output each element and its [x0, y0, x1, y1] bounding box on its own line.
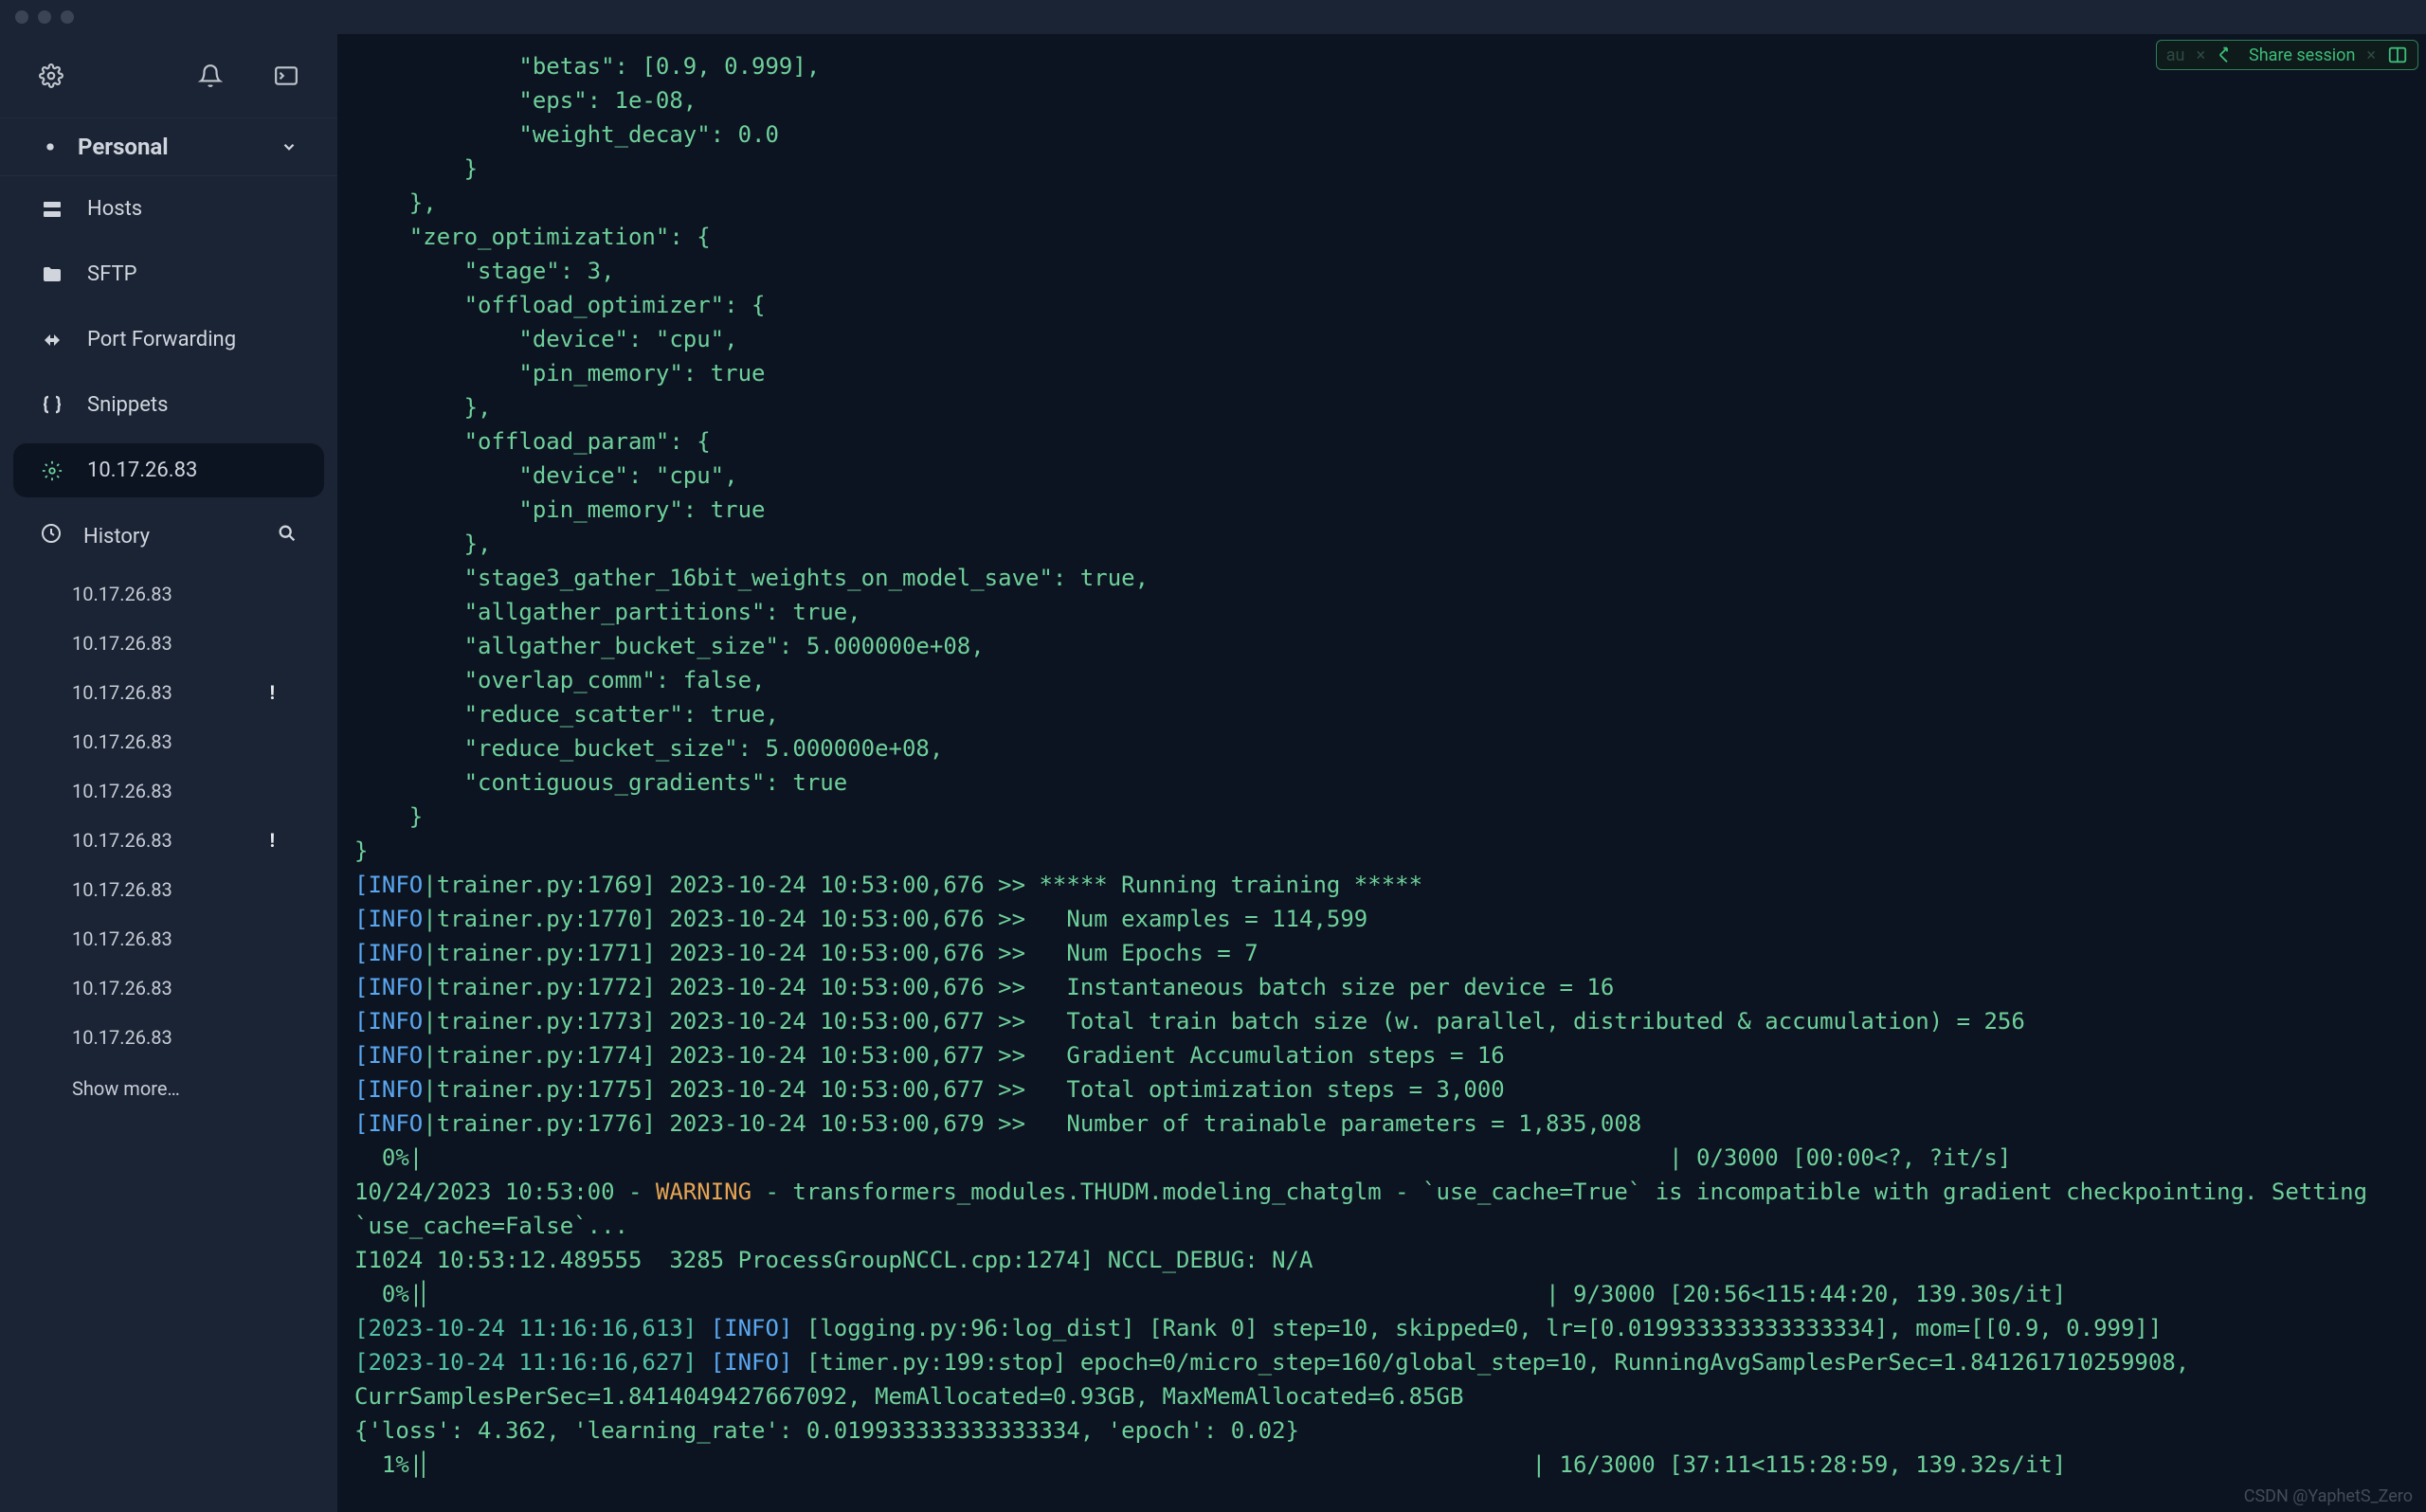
log-timestamp: [2023-10-24 11:16:16,627]	[354, 1349, 697, 1376]
log-tag: [INFO	[354, 1042, 423, 1069]
history-item[interactable]: 10.17.26.83	[0, 717, 337, 766]
workspace-selector[interactable]: Personal	[0, 117, 337, 176]
log-line: |trainer.py:1772] 2023-10-24 10:53:00,67…	[423, 974, 1614, 1000]
log-line: 10/24/2023 10:53:00 -	[354, 1179, 656, 1205]
sidebar-item-label: Snippets	[87, 393, 169, 417]
gear-icon	[40, 460, 64, 481]
log-line: |trainer.py:1771] 2023-10-24 10:53:00,67…	[423, 940, 1258, 966]
sidebar-item-label: SFTP	[87, 262, 136, 286]
log-tag: [INFO	[354, 1110, 423, 1137]
share-icon	[2217, 45, 2237, 65]
settings-button[interactable]	[38, 63, 64, 89]
folder-icon	[40, 263, 64, 286]
sidebar-item-label: Port Forwarding	[87, 328, 236, 351]
history-item[interactable]: 10.17.26.83	[0, 1013, 337, 1062]
au-badge: au	[2166, 45, 2185, 65]
history-item-label: 10.17.26.83	[72, 1026, 172, 1049]
watermark: CSDN @YaphetS_Zero	[2244, 1486, 2413, 1506]
history-item[interactable]: 10.17.26.83	[0, 865, 337, 914]
divider: ×	[2196, 45, 2205, 65]
log-line: |trainer.py:1773] 2023-10-24 10:53:00,67…	[423, 1008, 2025, 1035]
history-item-label: 10.17.26.83	[72, 977, 172, 999]
history-item[interactable]: 10.17.26.83!	[0, 816, 337, 865]
history-item[interactable]: 10.17.26.83	[0, 569, 337, 619]
search-history-button[interactable]	[277, 523, 298, 549]
log-tag: [INFO	[354, 906, 423, 932]
log-line: "betas": [0.9, 0.999], "eps": 1e-08, "we…	[354, 53, 1149, 864]
history-item-label: 10.17.26.83	[72, 780, 172, 802]
sidebar-item-hosts[interactable]: Hosts	[0, 176, 337, 242]
history-item[interactable]: 10.17.26.83	[0, 619, 337, 668]
log-tag: [INFO]	[711, 1315, 793, 1341]
history-item-label: 10.17.26.83	[72, 927, 172, 950]
log-tag: [INFO	[354, 1008, 423, 1035]
share-session-button[interactable]: Share session	[2249, 45, 2355, 65]
log-tag: [INFO	[354, 1076, 423, 1103]
minimize-window-button[interactable]	[38, 10, 51, 24]
sidebar-item-snippets[interactable]: Snippets	[0, 372, 337, 438]
log-line: I1024 10:53:12.489555 3285 ProcessGroupN…	[354, 1247, 1313, 1273]
sidebar-item-label: Hosts	[87, 197, 142, 221]
log-tag: WARNING	[656, 1179, 751, 1205]
log-line: |trainer.py:1776] 2023-10-24 10:53:00,67…	[423, 1110, 1641, 1137]
sidebar-item-port-forwarding[interactable]: Port Forwarding	[0, 307, 337, 372]
progress-bar: 1%|▏ | 16/3000 [37:11<115:28:59, 139.32s…	[354, 1451, 2066, 1478]
terminal-pane[interactable]: au × Share session × "betas": [0.9, 0.99…	[337, 34, 2426, 1512]
history-list: 10.17.26.83 10.17.26.83 10.17.26.83! 10.…	[0, 569, 337, 1512]
chevron-down-icon	[281, 138, 298, 155]
active-session-label: 10.17.26.83	[87, 459, 197, 482]
alert-icon: !	[270, 829, 298, 852]
history-label: History	[83, 525, 150, 549]
log-line: |trainer.py:1769] 2023-10-24 10:53:00,67…	[423, 872, 1422, 898]
divider: ×	[2366, 45, 2376, 65]
log-line: |trainer.py:1774] 2023-10-24 10:53:00,67…	[423, 1042, 1505, 1069]
log-tag: [INFO	[354, 974, 423, 1000]
sidebar-topbar	[0, 34, 337, 117]
gear-icon	[39, 63, 63, 88]
log-line: {'loss': 4.362, 'learning_rate': 0.01993…	[354, 1417, 1299, 1444]
terminal-icon	[274, 63, 299, 88]
log-line: [logging.py:96:log_dist] [Rank 0] step=1…	[792, 1315, 2162, 1341]
hosts-icon	[40, 198, 64, 221]
log-line: |trainer.py:1770] 2023-10-24 10:53:00,67…	[423, 906, 1367, 932]
history-item-label: 10.17.26.83	[72, 632, 172, 655]
clock-icon	[40, 522, 63, 550]
history-item-label: 10.17.26.83	[72, 878, 172, 901]
bell-icon	[198, 63, 223, 88]
sidebar-item-history[interactable]: History	[0, 503, 337, 569]
search-icon	[277, 523, 298, 544]
history-item[interactable]: 10.17.26.83	[0, 766, 337, 816]
log-tag: [INFO]	[711, 1349, 793, 1376]
log-tag: [INFO	[354, 940, 423, 966]
notifications-button[interactable]	[197, 63, 224, 89]
history-item[interactable]: 10.17.26.83	[0, 963, 337, 1013]
progress-bar: 0%| | 0/3000 [00:00<?, ?it/s]	[354, 1144, 2011, 1171]
history-item[interactable]: 10.17.26.83	[0, 914, 337, 963]
history-item-label: 10.17.26.83	[72, 829, 172, 852]
progress-bar: 0%|▏ | 9/3000 [20:56<115:44:20, 139.30s/…	[354, 1281, 2066, 1307]
active-session-tab[interactable]: 10.17.26.83	[13, 443, 324, 497]
layout-icon[interactable]	[2387, 45, 2408, 65]
sidebar-item-sftp[interactable]: SFTP	[0, 242, 337, 307]
braces-icon	[40, 394, 64, 417]
close-window-button[interactable]	[15, 10, 28, 24]
gear-icon	[40, 136, 61, 157]
window-titlebar	[0, 0, 2426, 34]
forward-icon	[40, 329, 64, 351]
maximize-window-button[interactable]	[61, 10, 74, 24]
log-line: |trainer.py:1775] 2023-10-24 10:53:00,67…	[423, 1076, 1505, 1103]
session-toolbar: au × Share session ×	[2156, 40, 2418, 70]
terminal-output[interactable]: "betas": [0.9, 0.999], "eps": 1e-08, "we…	[337, 34, 2426, 1489]
history-item-label: 10.17.26.83	[72, 583, 172, 605]
history-item-label: 10.17.26.83	[72, 681, 172, 704]
log-timestamp: [2023-10-24 11:16:16,613]	[354, 1315, 697, 1341]
show-more-button[interactable]: Show more…	[0, 1062, 337, 1115]
log-tag: [INFO	[354, 872, 423, 898]
history-item-label: 10.17.26.83	[72, 730, 172, 753]
history-item[interactable]: 10.17.26.83!	[0, 668, 337, 717]
new-terminal-button[interactable]	[273, 63, 299, 89]
alert-icon: !	[270, 681, 298, 704]
workspace-label: Personal	[78, 134, 169, 160]
sidebar: Personal Hosts SFTP Port Forwarding Snip…	[0, 34, 337, 1512]
